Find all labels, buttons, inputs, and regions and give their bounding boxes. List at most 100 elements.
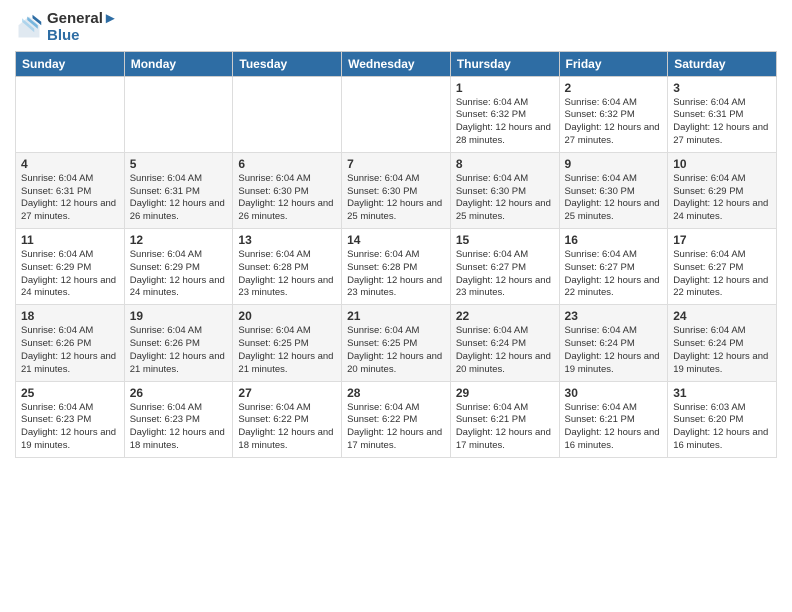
day-info: Sunrise: 6:04 AMSunset: 6:21 PMDaylight:… <box>456 402 554 453</box>
day-number: 18 <box>21 309 119 323</box>
day-info: Sunrise: 6:04 AMSunset: 6:30 PMDaylight:… <box>456 173 554 224</box>
calendar-cell <box>16 76 125 152</box>
day-number: 26 <box>130 386 228 400</box>
day-number: 7 <box>347 157 445 171</box>
day-info: Sunrise: 6:03 AMSunset: 6:20 PMDaylight:… <box>673 402 771 453</box>
day-info: Sunrise: 6:04 AMSunset: 6:22 PMDaylight:… <box>347 402 445 453</box>
calendar-cell: 31 Sunrise: 6:03 AMSunset: 6:20 PMDayligh… <box>668 381 777 457</box>
day-number: 3 <box>673 81 771 95</box>
day-info: Sunrise: 6:04 AMSunset: 6:29 PMDaylight:… <box>673 173 771 224</box>
day-number: 13 <box>238 233 336 247</box>
day-number: 4 <box>21 157 119 171</box>
logo-icon <box>15 13 43 41</box>
day-number: 8 <box>456 157 554 171</box>
day-info: Sunrise: 6:04 AMSunset: 6:28 PMDaylight:… <box>238 249 336 300</box>
day-info: Sunrise: 6:04 AMSunset: 6:26 PMDaylight:… <box>21 325 119 376</box>
calendar-week-row: 25 Sunrise: 6:04 AMSunset: 6:23 PMDayligh… <box>16 381 777 457</box>
calendar-cell: 11Sunrise: 6:04 AMSunset: 6:29 PMDayligh… <box>16 229 125 305</box>
day-info: Sunrise: 6:04 AMSunset: 6:31 PMDaylight:… <box>21 173 119 224</box>
calendar-cell: 7 Sunrise: 6:04 AMSunset: 6:30 PMDaylight… <box>342 152 451 228</box>
calendar-cell: 26Sunrise: 6:04 AMSunset: 6:23 PMDayligh… <box>124 381 233 457</box>
calendar-cell: 23Sunrise: 6:04 AMSunset: 6:24 PMDayligh… <box>559 305 668 381</box>
day-info: Sunrise: 6:04 AMSunset: 6:22 PMDaylight:… <box>238 402 336 453</box>
calendar-day-header: Saturday <box>668 51 777 76</box>
calendar-cell: 18 Sunrise: 6:04 AMSunset: 6:26 PMDayligh… <box>16 305 125 381</box>
calendar-day-header: Thursday <box>450 51 559 76</box>
day-info: Sunrise: 6:04 AMSunset: 6:27 PMDaylight:… <box>565 249 663 300</box>
day-info: Sunrise: 6:04 AMSunset: 6:23 PMDaylight:… <box>21 402 119 453</box>
day-number: 28 <box>347 386 445 400</box>
calendar-day-header: Wednesday <box>342 51 451 76</box>
calendar-cell: 19 Sunrise: 6:04 AMSunset: 6:26 PMDayligh… <box>124 305 233 381</box>
calendar-cell: 2Sunrise: 6:04 AMSunset: 6:32 PMDaylight… <box>559 76 668 152</box>
day-info: Sunrise: 6:04 AMSunset: 6:32 PMDaylight:… <box>456 97 554 148</box>
calendar-day-header: Tuesday <box>233 51 342 76</box>
day-number: 29 <box>456 386 554 400</box>
day-number: 20 <box>238 309 336 323</box>
day-number: 27 <box>238 386 336 400</box>
day-number: 10 <box>673 157 771 171</box>
day-number: 14 <box>347 233 445 247</box>
day-number: 21 <box>347 309 445 323</box>
day-number: 5 <box>130 157 228 171</box>
day-info: Sunrise: 6:04 AMSunset: 6:29 PMDaylight:… <box>21 249 119 300</box>
day-number: 9 <box>565 157 663 171</box>
day-number: 22 <box>456 309 554 323</box>
day-info: Sunrise: 6:04 AMSunset: 6:30 PMDaylight:… <box>565 173 663 224</box>
day-info: Sunrise: 6:04 AMSunset: 6:26 PMDaylight:… <box>130 325 228 376</box>
calendar-cell: 27 Sunrise: 6:04 AMSunset: 6:22 PMDayligh… <box>233 381 342 457</box>
calendar-cell: 12 Sunrise: 6:04 AMSunset: 6:29 PMDayligh… <box>124 229 233 305</box>
day-number: 12 <box>130 233 228 247</box>
calendar-header-row: SundayMondayTuesdayWednesdayThursdayFrid… <box>16 51 777 76</box>
day-number: 2 <box>565 81 663 95</box>
day-number: 24 <box>673 309 771 323</box>
calendar-cell: 6 Sunrise: 6:04 AMSunset: 6:30 PMDaylight… <box>233 152 342 228</box>
day-info: Sunrise: 6:04 AMSunset: 6:25 PMDaylight:… <box>347 325 445 376</box>
calendar-cell <box>124 76 233 152</box>
calendar-cell: 17 Sunrise: 6:04 AMSunset: 6:27 PMDayligh… <box>668 229 777 305</box>
day-number: 25 <box>21 386 119 400</box>
calendar-cell: 4 Sunrise: 6:04 AMSunset: 6:31 PMDaylight… <box>16 152 125 228</box>
logo-text: General► Blue <box>47 10 118 45</box>
day-info: Sunrise: 6:04 AMSunset: 6:21 PMDaylight:… <box>565 402 663 453</box>
day-info: Sunrise: 6:04 AMSunset: 6:30 PMDaylight:… <box>347 173 445 224</box>
calendar-day-header: Monday <box>124 51 233 76</box>
day-number: 6 <box>238 157 336 171</box>
day-info: Sunrise: 6:04 AMSunset: 6:27 PMDaylight:… <box>673 249 771 300</box>
calendar-cell <box>233 76 342 152</box>
calendar-cell: 24 Sunrise: 6:04 AMSunset: 6:24 PMDayligh… <box>668 305 777 381</box>
day-number: 17 <box>673 233 771 247</box>
calendar-cell: 20 Sunrise: 6:04 AMSunset: 6:25 PMDayligh… <box>233 305 342 381</box>
calendar-cell: 5 Sunrise: 6:04 AMSunset: 6:31 PMDaylight… <box>124 152 233 228</box>
day-info: Sunrise: 6:04 AMSunset: 6:31 PMDaylight:… <box>130 173 228 224</box>
calendar-day-header: Sunday <box>16 51 125 76</box>
day-info: Sunrise: 6:04 AMSunset: 6:24 PMDaylight:… <box>673 325 771 376</box>
calendar-cell: 29 Sunrise: 6:04 AMSunset: 6:21 PMDayligh… <box>450 381 559 457</box>
calendar-cell: 16Sunrise: 6:04 AMSunset: 6:27 PMDayligh… <box>559 229 668 305</box>
calendar-week-row: 1 Sunrise: 6:04 AMSunset: 6:32 PMDaylight… <box>16 76 777 152</box>
day-info: Sunrise: 6:04 AMSunset: 6:24 PMDaylight:… <box>456 325 554 376</box>
calendar-day-header: Friday <box>559 51 668 76</box>
calendar-cell: 28 Sunrise: 6:04 AMSunset: 6:22 PMDayligh… <box>342 381 451 457</box>
calendar-cell <box>342 76 451 152</box>
day-number: 31 <box>673 386 771 400</box>
calendar-week-row: 18 Sunrise: 6:04 AMSunset: 6:26 PMDayligh… <box>16 305 777 381</box>
calendar-cell: 13 Sunrise: 6:04 AMSunset: 6:28 PMDayligh… <box>233 229 342 305</box>
day-info: Sunrise: 6:04 AMSunset: 6:30 PMDaylight:… <box>238 173 336 224</box>
calendar-cell: 21 Sunrise: 6:04 AMSunset: 6:25 PMDayligh… <box>342 305 451 381</box>
main-container: General► Blue SundayMondayTuesdayWednesd… <box>0 0 792 463</box>
day-info: Sunrise: 6:04 AMSunset: 6:31 PMDaylight:… <box>673 97 771 148</box>
day-number: 19 <box>130 309 228 323</box>
calendar-cell: 30 Sunrise: 6:04 AMSunset: 6:21 PMDayligh… <box>559 381 668 457</box>
day-info: Sunrise: 6:04 AMSunset: 6:29 PMDaylight:… <box>130 249 228 300</box>
day-info: Sunrise: 6:04 AMSunset: 6:25 PMDaylight:… <box>238 325 336 376</box>
calendar-cell: 25 Sunrise: 6:04 AMSunset: 6:23 PMDayligh… <box>16 381 125 457</box>
day-number: 1 <box>456 81 554 95</box>
header: General► Blue <box>15 10 777 45</box>
calendar-week-row: 4 Sunrise: 6:04 AMSunset: 6:31 PMDaylight… <box>16 152 777 228</box>
calendar-cell: 15Sunrise: 6:04 AMSunset: 6:27 PMDayligh… <box>450 229 559 305</box>
day-number: 15 <box>456 233 554 247</box>
day-info: Sunrise: 6:04 AMSunset: 6:28 PMDaylight:… <box>347 249 445 300</box>
day-number: 30 <box>565 386 663 400</box>
calendar-cell: 10 Sunrise: 6:04 AMSunset: 6:29 PMDayligh… <box>668 152 777 228</box>
